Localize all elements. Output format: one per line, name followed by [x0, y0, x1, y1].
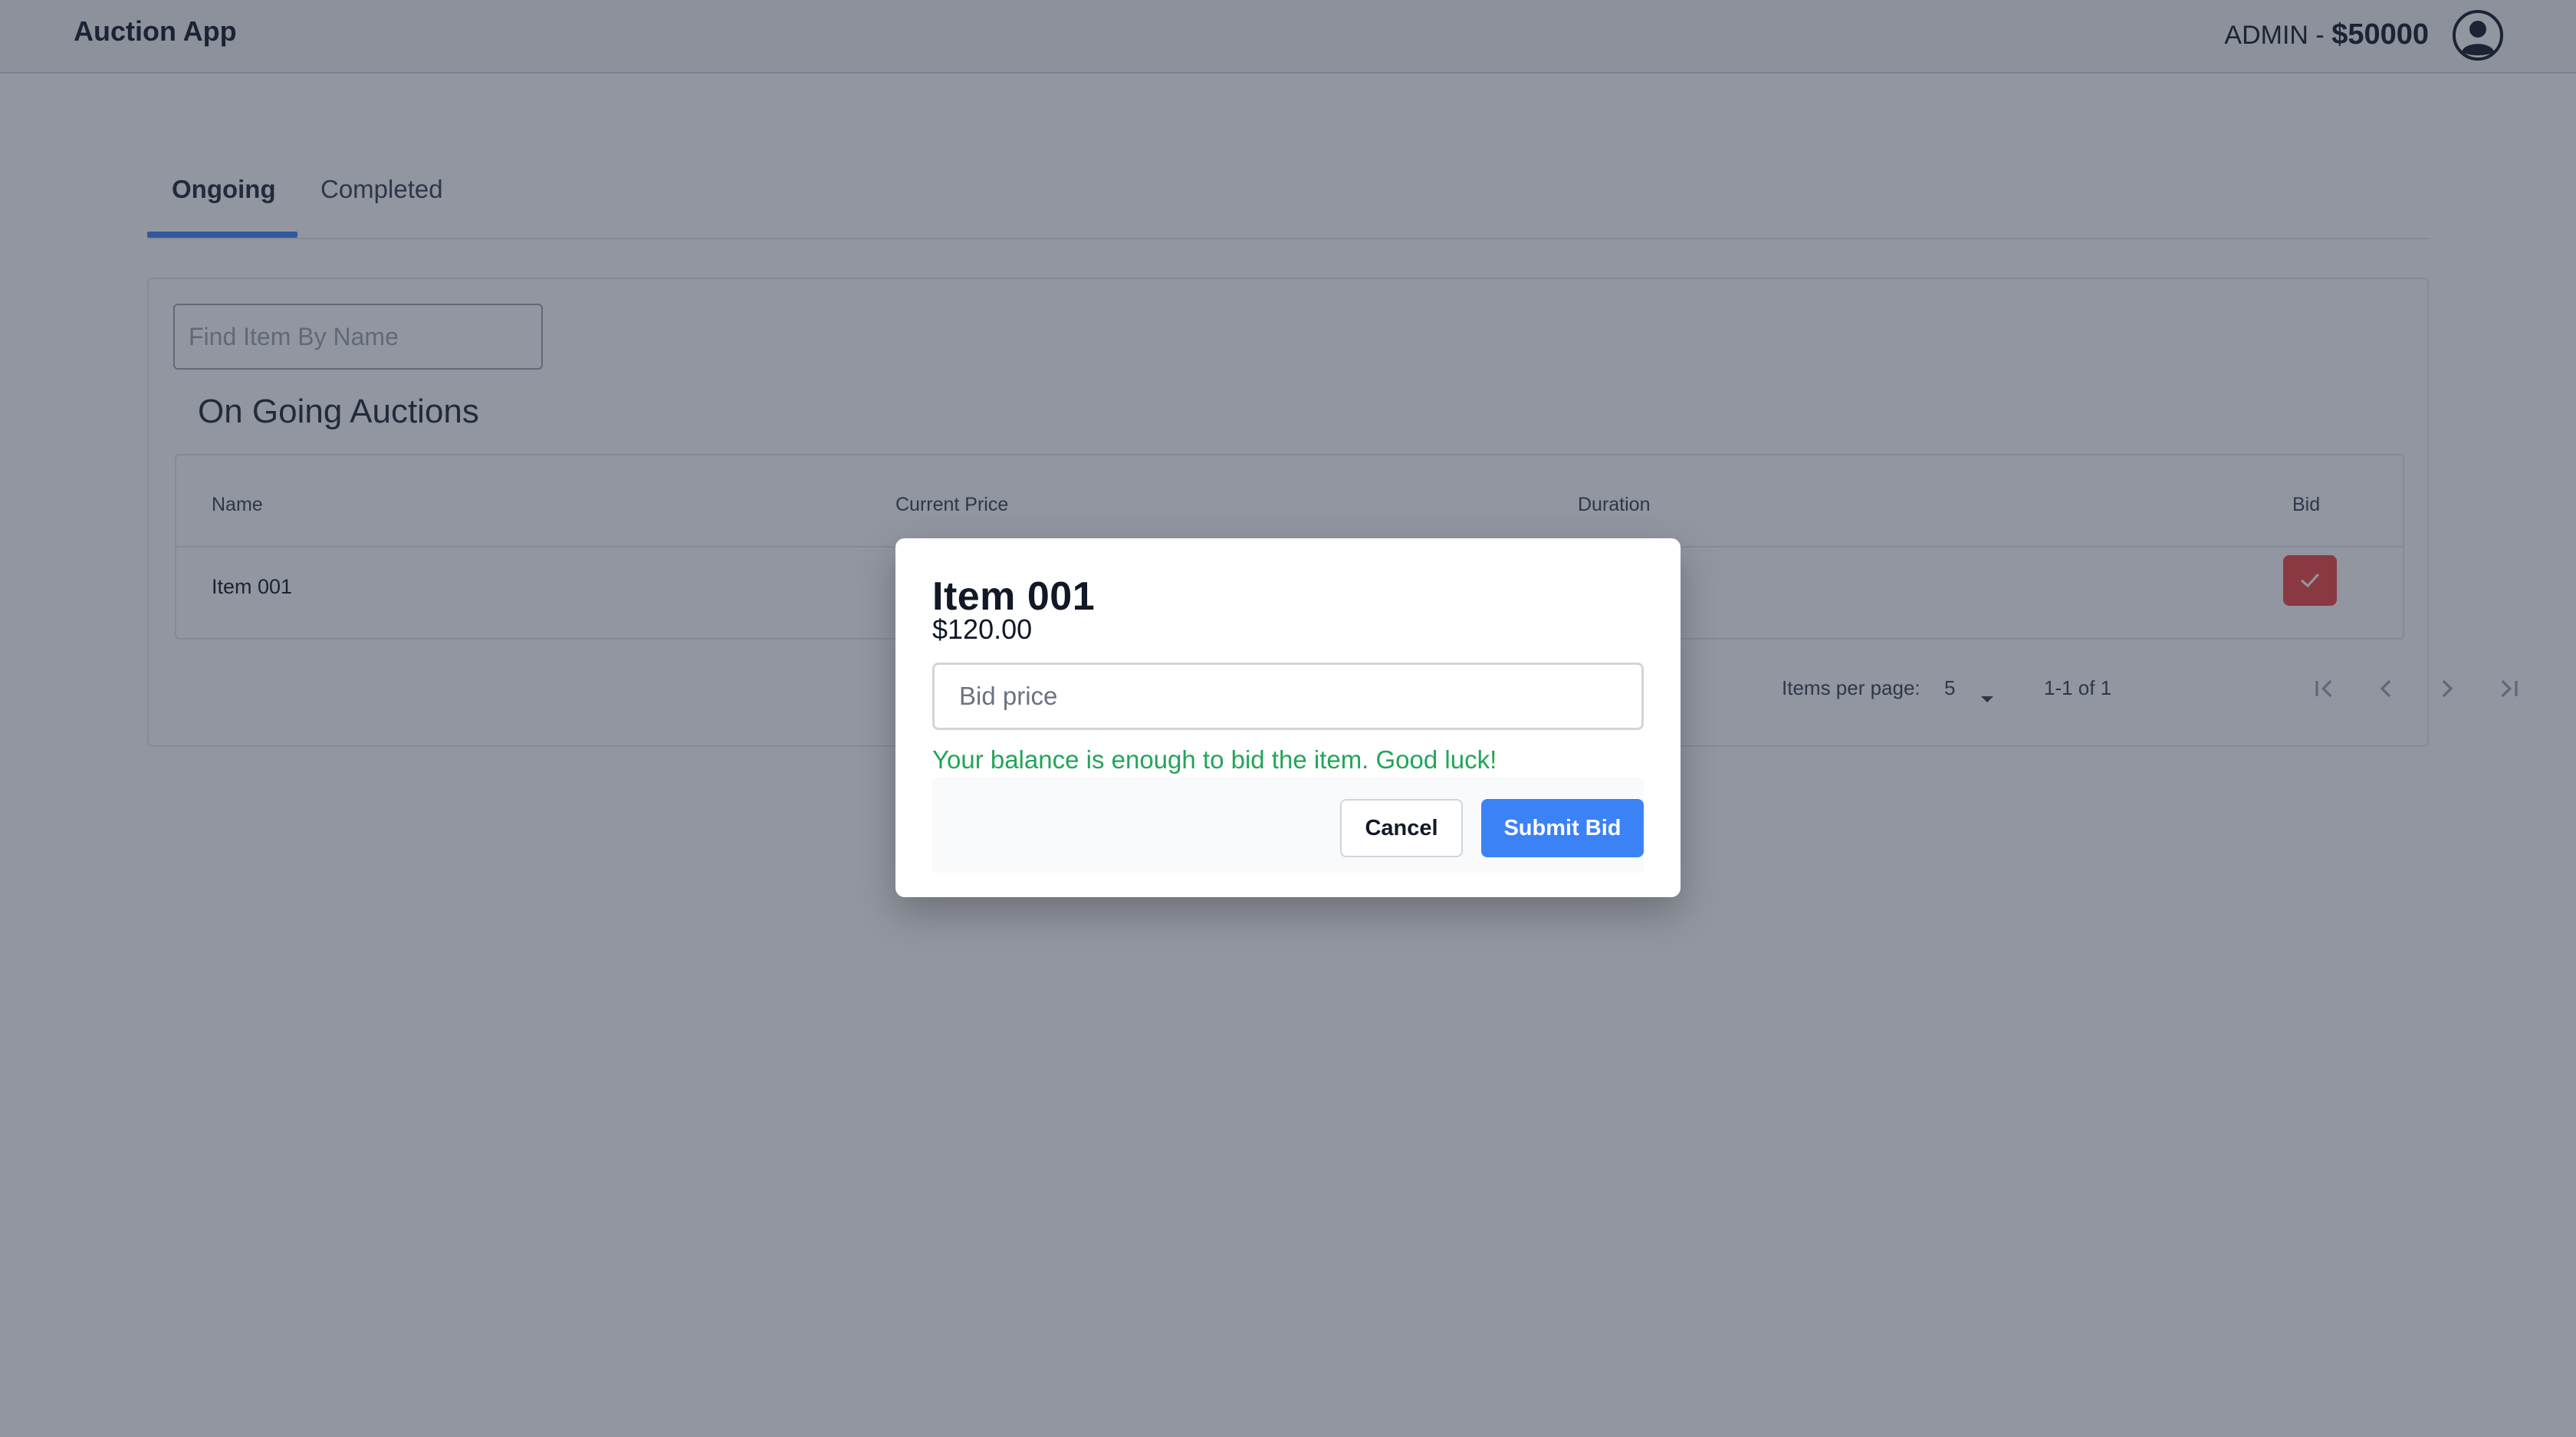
- dialog-item-price: $120.00: [932, 613, 1033, 645]
- bid-dialog: Item 001 $120.00 Your balance is enough …: [895, 538, 1681, 897]
- bid-price-input[interactable]: [932, 663, 1644, 730]
- dialog-title: Item 001: [932, 574, 1096, 619]
- submit-bid-button[interactable]: Submit Bid: [1481, 799, 1644, 857]
- balance-status-message: Your balance is enough to bid the item. …: [932, 745, 1497, 774]
- dialog-footer: Cancel Submit Bid: [932, 778, 1644, 873]
- cancel-button[interactable]: Cancel: [1340, 799, 1463, 857]
